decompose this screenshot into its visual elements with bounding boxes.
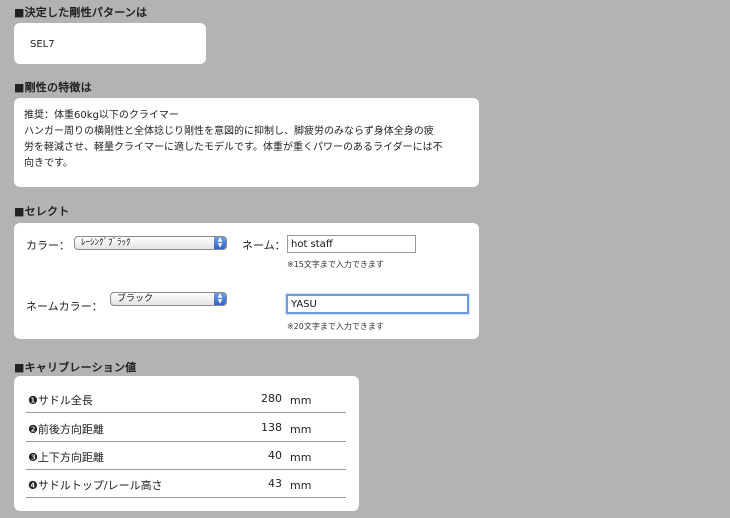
calibration-value: 40 bbox=[268, 449, 282, 462]
calibration-value: 138 bbox=[261, 421, 282, 434]
pattern-card: SEL7 bbox=[14, 23, 206, 64]
calibration-row: ❹サドルトップ/レール高さ 43 mm bbox=[26, 469, 346, 498]
calibration-name: ❸上下方向距離 bbox=[28, 451, 104, 464]
pattern-heading: ■決定した剛性パターンは bbox=[14, 6, 148, 19]
calibration-value: 43 bbox=[268, 477, 282, 490]
calibration-name: ❷前後方向距離 bbox=[28, 423, 104, 436]
name-label: ネーム： bbox=[242, 239, 286, 252]
select-card: カラー： ﾚｰｼﾝｸﾞﾌﾞﾗｯｸ ▲▼ ネーム： ※15文字まで入力できます ネ… bbox=[14, 223, 479, 339]
calibration-unit: mm bbox=[290, 479, 312, 492]
pattern-value: SEL7 bbox=[30, 39, 55, 50]
features-heading: ■剛性の特徴は bbox=[14, 81, 92, 94]
color-select[interactable]: ﾚｰｼﾝｸﾞﾌﾞﾗｯｸ ▲ ▼ bbox=[74, 236, 227, 250]
name2-hint: ※20文字まで入力できます bbox=[287, 322, 384, 331]
color-label: カラー： bbox=[26, 239, 70, 252]
color-select-value: ﾚｰｼﾝｸﾞﾌﾞﾗｯｸ bbox=[81, 238, 131, 248]
name-hint: ※15文字まで入力できます bbox=[287, 260, 384, 269]
features-line: 労を軽減させ、軽量クライマーに適したモデルです。体重が重くパワーのあるライダーに… bbox=[24, 142, 443, 153]
calibration-value: 280 bbox=[261, 392, 282, 405]
select-arrows-icon: ▲ ▼ bbox=[214, 237, 226, 249]
calibration-unit: mm bbox=[290, 423, 312, 436]
select-heading: ■セレクト bbox=[14, 205, 70, 218]
calibration-name: ❹サドルトップ/レール高さ bbox=[28, 479, 163, 492]
calibration-name: ❶サドル全長 bbox=[28, 394, 93, 407]
name-color-select-value: ブラック bbox=[117, 294, 154, 304]
calibration-row: ❶サドル全長 280 mm bbox=[26, 384, 346, 413]
features-line: 推奨：体重60kg以下のクライマー bbox=[24, 110, 179, 121]
calibration-heading: ■キャリブレーション値 bbox=[14, 361, 137, 374]
features-line: ハンガー周りの横剛性と全体捻じり剛性を意図的に抑制し、脚疲労のみならず身体全身の… bbox=[24, 126, 434, 137]
features-line: 向きです。 bbox=[24, 158, 73, 169]
calibration-row: ❷前後方向距離 138 mm bbox=[26, 413, 346, 442]
name-color-label: ネームカラー： bbox=[26, 300, 103, 313]
name-color-select[interactable]: ブラック ▲ ▼ bbox=[110, 292, 227, 306]
select-arrows-icon: ▲ ▼ bbox=[214, 293, 226, 305]
calibration-row: ❸上下方向距離 40 mm bbox=[26, 441, 346, 470]
features-text: 推奨：体重60kg以下のクライマー ハンガー周りの横剛性と全体捻じり剛性を意図的… bbox=[24, 108, 474, 172]
name-input[interactable] bbox=[287, 235, 416, 253]
name2-input[interactable] bbox=[286, 294, 469, 314]
calibration-unit: mm bbox=[290, 394, 312, 407]
calibration-card: ❶サドル全長 280 mm ❷前後方向距離 138 mm ❸上下方向距離 40 … bbox=[14, 376, 359, 511]
calibration-unit: mm bbox=[290, 451, 312, 464]
features-card: 推奨：体重60kg以下のクライマー ハンガー周りの横剛性と全体捻じり剛性を意図的… bbox=[14, 98, 479, 187]
